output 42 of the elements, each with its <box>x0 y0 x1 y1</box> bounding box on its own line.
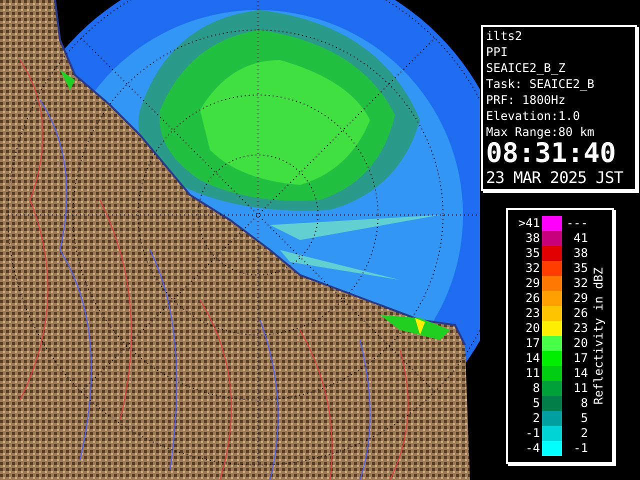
legend-high-label: 8 <box>580 396 588 411</box>
legend-high-label: 11 <box>572 381 588 396</box>
legend-title: Reflectivity in dBZ <box>591 267 607 405</box>
task-label: Task: SEAICE2_B <box>486 76 596 92</box>
legend-low-label: -4 <box>524 441 540 456</box>
legend-high-label: 5 <box>580 411 588 426</box>
legend-low-label: 32 <box>524 261 540 276</box>
legend-low-label: 14 <box>524 351 540 366</box>
legend-high-label: 38 <box>572 246 588 261</box>
legend-high-label: 29 <box>572 291 588 306</box>
max-range-label: Max Range:80 km <box>486 124 596 140</box>
legend-high-label: 41 <box>572 231 588 246</box>
legend-low-label: 5 <box>532 396 540 411</box>
legend-high-label: 14 <box>572 366 588 381</box>
legend-high-label: 17 <box>572 351 588 366</box>
legend-low-label: >41 <box>517 216 540 231</box>
legend-low-label: 38 <box>524 231 540 246</box>
legend-low-label: 29 <box>524 276 540 291</box>
legend-high-label: 32 <box>572 276 588 291</box>
legend-low-label: -1 <box>524 426 540 441</box>
product-label: SEAICE2_B_Z <box>486 60 566 76</box>
legend-high-label: 35 <box>572 261 588 276</box>
legend-high-label: 23 <box>572 321 588 336</box>
legend-low-label: 17 <box>524 336 540 351</box>
date-label: 23 MAR 2025 JST <box>486 168 624 188</box>
legend-high-label: --- <box>565 216 588 231</box>
legend-high-label: 20 <box>572 336 588 351</box>
legend-low-label: 8 <box>532 381 540 396</box>
time-label: 08:31:40 <box>486 140 618 168</box>
legend-low-label: 20 <box>524 321 540 336</box>
legend-low-label: 11 <box>524 366 540 381</box>
elevation-label: Elevation:1.0 <box>486 108 581 124</box>
legend-high-label: 26 <box>572 306 588 321</box>
prf-label: PRF: 1800Hz <box>486 92 566 108</box>
legend-low-label: 26 <box>524 291 540 306</box>
station-label: ilts2 <box>486 28 524 44</box>
legend-low-label: 35 <box>524 246 540 261</box>
legend-low-label: 2 <box>532 411 540 426</box>
scan-type-label: PPI <box>486 44 509 60</box>
legend-low-label: 23 <box>524 306 540 321</box>
legend-high-label: -1 <box>572 441 588 456</box>
legend-high-label: 2 <box>580 426 588 441</box>
